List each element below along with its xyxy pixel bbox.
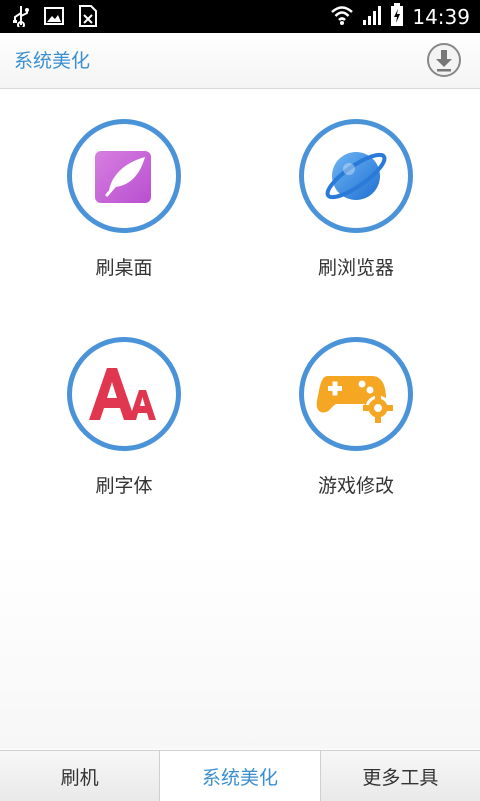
tile-game-mod[interactable]: 游戏修改: [276, 337, 436, 498]
tile-label: 刷字体: [95, 475, 153, 497]
app-header: 系统美化: [0, 33, 480, 89]
gamepad-gear-icon: [316, 376, 393, 423]
sim-card-icon: [78, 5, 98, 31]
download-icon: [427, 43, 461, 77]
page-title: 系统美化: [14, 50, 91, 72]
tile-icon-ring: [299, 337, 413, 451]
image-icon: [44, 7, 64, 29]
main-content: 刷桌面 刷浏览器 刷字体 游戏修改: [0, 89, 480, 749]
tab-system-beautify[interactable]: 系统美化: [160, 751, 321, 801]
bottom-tab-bar: 刷机 系统美化 更多工具: [0, 750, 480, 801]
tile-browser-theme[interactable]: 刷浏览器: [276, 119, 436, 280]
tile-label: 刷浏览器: [317, 257, 394, 279]
status-bar: 14:39: [0, 0, 480, 33]
font-letters-icon: [89, 368, 156, 420]
clock-time: 14:39: [412, 5, 470, 29]
tile-icon-ring: [299, 119, 413, 233]
tile-icon-ring: [67, 337, 181, 451]
download-button[interactable]: [426, 42, 462, 78]
tile-font-theme[interactable]: 刷字体: [44, 337, 204, 498]
wifi-icon: [330, 4, 354, 30]
tile-icon-ring: [67, 119, 181, 233]
feather-edit-icon: [95, 151, 151, 203]
tab-flash[interactable]: 刷机: [0, 751, 161, 801]
planet-browser-icon: [325, 152, 387, 200]
signal-icon: [362, 4, 382, 30]
tile-label: 刷桌面: [95, 257, 153, 279]
usb-icon: [12, 5, 30, 31]
tile-label: 游戏修改: [317, 475, 394, 497]
battery-charging-icon: [390, 3, 404, 31]
tile-desktop-theme[interactable]: 刷桌面: [44, 119, 204, 280]
tab-more-tools[interactable]: 更多工具: [320, 751, 480, 801]
